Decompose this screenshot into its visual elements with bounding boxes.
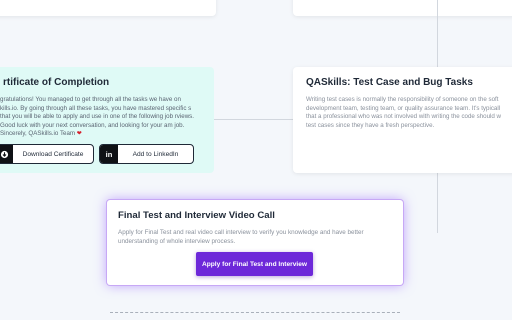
qa-task-line: test cases since they have a fresh persp… [306, 121, 435, 129]
download-certificate-label: Download Certificate [22, 150, 84, 158]
qa-task-description: Writing test cases is normally the respo… [306, 96, 512, 130]
heart-icon: ❤ [76, 130, 82, 138]
previous-task-card-right [293, 0, 512, 16]
final-test-description: Apply for Final Test and real video call… [118, 229, 364, 245]
qa-task-line: development team, testing team, or quali… [306, 104, 501, 112]
final-test-title: Final Test and Interview Video Call [118, 210, 275, 221]
certificate-text: gratulations! You managed to get through… [0, 96, 194, 138]
qa-task-title: QASkills: Test Case and Bug Tasks [306, 77, 473, 88]
linkedin-icon: in [100, 145, 118, 163]
certificate-description: gratulations! You managed to get through… [0, 96, 198, 139]
roadmap-connector-top [437, 0, 438, 68]
roadmap-connector-bottom [437, 173, 438, 233]
qa-task-line: that a professional who was not involved… [306, 113, 502, 121]
roadmap-connector-middle [214, 119, 294, 120]
download-icon [0, 145, 13, 163]
linkedin-icon-text: in [105, 149, 113, 159]
certificate-title: rtificate of Completion [3, 77, 110, 88]
add-to-linkedin-button[interactable]: in Add to LinkedIn [99, 144, 194, 164]
qa-task-line: Writing test cases is normally the respo… [306, 96, 499, 103]
previous-task-card-left [0, 0, 216, 16]
add-to-linkedin-label: Add to LinkedIn [132, 150, 179, 158]
download-certificate-button[interactable]: Download Certificate [0, 144, 94, 164]
dashed-divider [110, 312, 400, 313]
apply-final-test-button[interactable]: Apply for Final Test and Interview [196, 252, 313, 276]
